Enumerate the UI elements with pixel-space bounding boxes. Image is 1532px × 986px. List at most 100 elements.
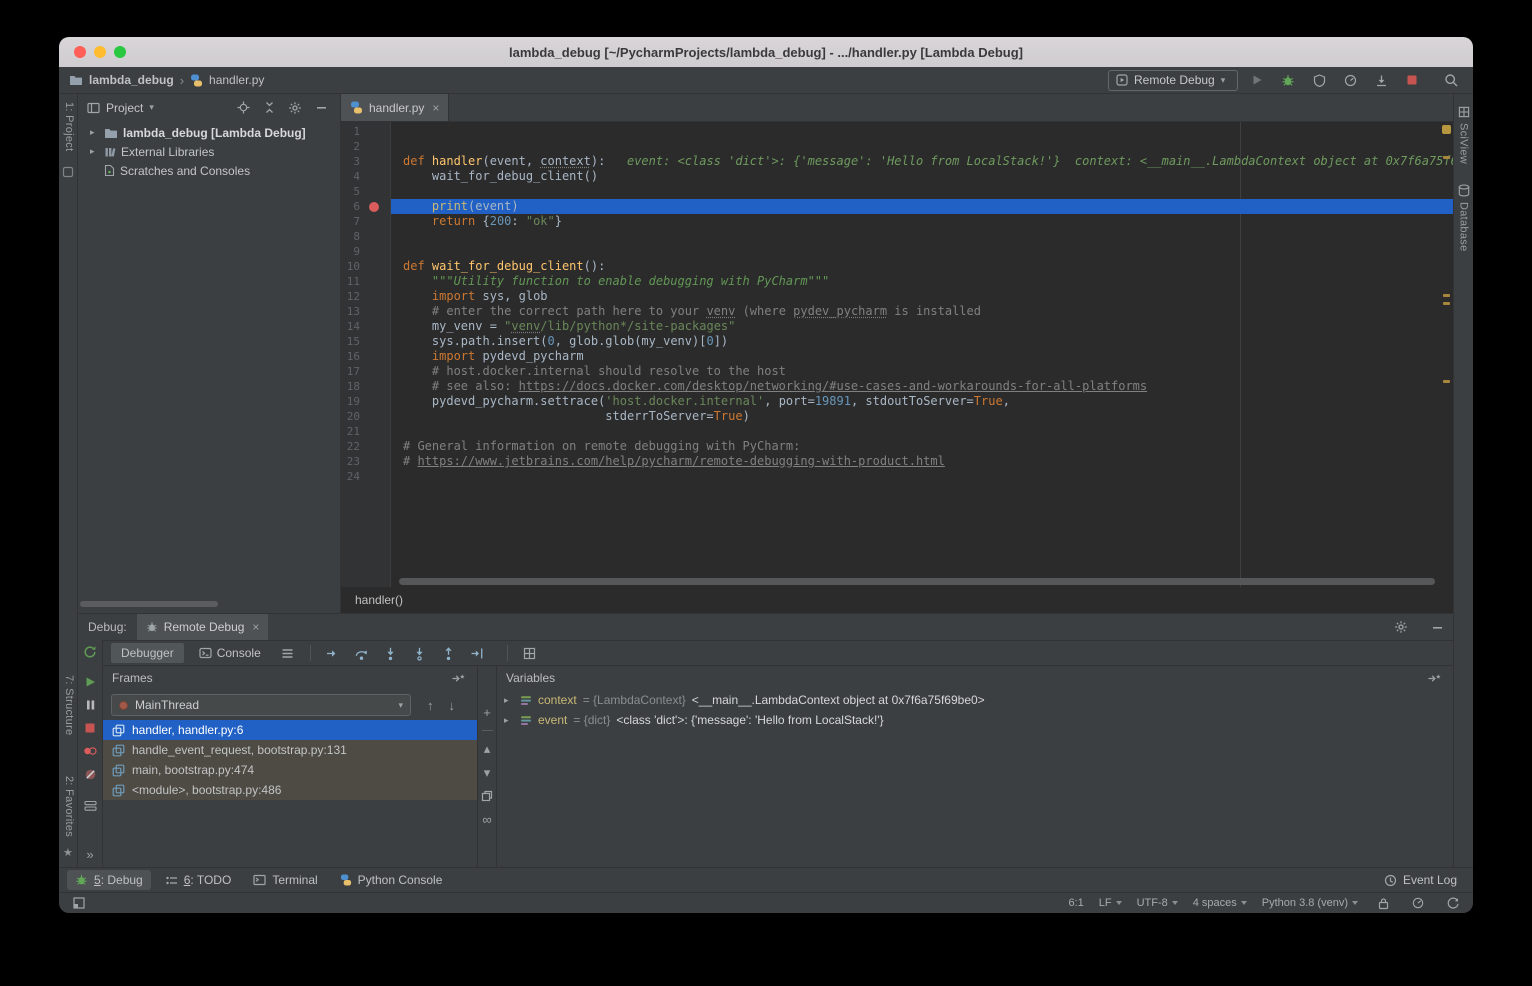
code-line-5[interactable]	[391, 184, 1453, 199]
refresh-icon[interactable]	[1443, 893, 1463, 913]
expand-arrow-icon[interactable]: ▸	[504, 695, 514, 706]
tool-tab-debug[interactable]: 5: Debug	[67, 870, 151, 890]
expand-arrow-icon[interactable]: ▸	[90, 127, 99, 138]
toolwindow-toggle-icon[interactable]	[69, 893, 89, 913]
layout-menu-button[interactable]	[276, 642, 300, 664]
tab-debugger[interactable]: Debugger	[111, 643, 184, 663]
frame-row-module[interactable]: <module>, bootstrap.py:486	[103, 780, 477, 800]
tool-stripe-favorites[interactable]: 2: Favorites	[63, 776, 75, 837]
close-tab-icon[interactable]: ×	[252, 620, 259, 634]
gutter-line-17[interactable]: 17	[341, 364, 390, 379]
focus-on-variables-icon[interactable]	[1424, 668, 1444, 688]
attach-debugger-button[interactable]	[1369, 69, 1393, 91]
collapse-all-button[interactable]	[259, 98, 279, 118]
error-stripe[interactable]	[1440, 122, 1453, 587]
gutter-line-13[interactable]: 13	[341, 304, 390, 319]
run-config-select[interactable]: Remote Debug ▾	[1108, 70, 1238, 91]
expand-arrow-icon[interactable]: ▸	[504, 715, 514, 726]
code-line-21[interactable]	[391, 424, 1453, 439]
chevron-down-icon[interactable]: ▾	[149, 102, 154, 113]
step-out-button[interactable]	[437, 642, 461, 664]
stripe-mark[interactable]	[1443, 302, 1450, 305]
interpreter-widget[interactable]: Python 3.8 (venv)	[1262, 897, 1358, 909]
code-line-8[interactable]	[391, 229, 1453, 244]
zoom-window-button[interactable]	[114, 46, 126, 58]
breadcrumb-function[interactable]: handler()	[355, 593, 403, 607]
gutter-line-3[interactable]: 3	[341, 154, 390, 169]
tool-tab-terminal[interactable]: Terminal	[245, 870, 325, 890]
search-everywhere-button[interactable]	[1439, 69, 1463, 91]
run-button[interactable]	[1245, 69, 1269, 91]
inspections-indicator[interactable]	[1442, 125, 1451, 134]
code-line-15[interactable]: sys.path.insert(0, glob.glob(my_venv)[0]…	[391, 334, 1453, 349]
code-line-6[interactable]: print(event)	[391, 199, 1453, 214]
hide-panel-button[interactable]	[1427, 617, 1447, 637]
code-line-9[interactable]	[391, 244, 1453, 259]
code-line-19[interactable]: pydevd_pycharm.settrace('host.docker.int…	[391, 394, 1453, 409]
frame-row-main[interactable]: main, bootstrap.py:474	[103, 760, 477, 780]
tool-stripe-sciview[interactable]: SciView	[1458, 106, 1470, 164]
horizontal-scrollbar[interactable]	[80, 601, 218, 607]
scroll-down-button[interactable]: ▾	[484, 766, 491, 779]
encoding-widget[interactable]: UTF-8	[1137, 897, 1178, 909]
tree-item-lambda-debug[interactable]: ▸ lambda_debug [Lambda Debug]	[78, 123, 340, 142]
thread-select[interactable]: MainThread ▾	[111, 694, 411, 716]
minimize-window-button[interactable]	[94, 46, 106, 58]
step-into-button[interactable]	[379, 642, 403, 664]
code-line-4[interactable]: wait_for_debug_client()	[391, 169, 1453, 184]
frame-row-handler[interactable]: handler, handler.py:6	[103, 720, 477, 740]
breakpoint-icon[interactable]	[369, 202, 379, 212]
code-line-23[interactable]: # https://www.jetbrains.com/help/pycharm…	[391, 454, 1453, 469]
code-line-20[interactable]: stderrToServer=True)	[391, 409, 1453, 424]
stripe-mark[interactable]	[1443, 294, 1450, 297]
restore-layout-button[interactable]	[84, 800, 97, 812]
editor-code[interactable]: def handler(event, context): event: <cla…	[391, 122, 1453, 587]
rerun-button[interactable]	[83, 645, 97, 659]
force-step-into-button[interactable]	[408, 642, 432, 664]
gutter-line-1[interactable]: 1	[341, 124, 390, 139]
run-to-cursor-button[interactable]	[466, 642, 490, 664]
code-line-13[interactable]: # enter the correct path here to your ve…	[391, 304, 1453, 319]
favorites-star-icon[interactable]: ★	[63, 846, 73, 859]
tree-item-external-libraries[interactable]: ▸ External Libraries	[78, 142, 340, 161]
next-frame-button[interactable]: ↓	[449, 698, 456, 713]
stripe-mark[interactable]	[1443, 380, 1450, 383]
step-over-button[interactable]	[350, 642, 374, 664]
close-window-button[interactable]	[74, 46, 86, 58]
tree-item-scratches[interactable]: Scratches and Consoles	[78, 161, 340, 180]
resume-button[interactable]	[84, 676, 96, 688]
settings-gear-button[interactable]	[285, 98, 305, 118]
code-line-7[interactable]: return {200: "ok"}	[391, 214, 1453, 229]
gutter-line-9[interactable]: 9	[341, 244, 390, 259]
gutter-line-14[interactable]: 14	[341, 319, 390, 334]
gutter-line-2[interactable]: 2	[341, 139, 390, 154]
code-line-24[interactable]	[391, 469, 1453, 484]
tab-handler-py[interactable]: handler.py ×	[341, 94, 449, 121]
gutter-line-12[interactable]: 12	[341, 289, 390, 304]
gutter-line-23[interactable]: 23	[341, 454, 390, 469]
add-watch-button[interactable]: +	[483, 706, 491, 719]
code-line-17[interactable]: # host.docker.internal should resolve to…	[391, 364, 1453, 379]
code-line-3[interactable]: def handler(event, context): event: <cla…	[391, 154, 1453, 169]
previous-frame-button[interactable]: ↑	[427, 698, 434, 713]
code-line-18[interactable]: # see also: https://docs.docker.com/desk…	[391, 379, 1453, 394]
debug-button[interactable]	[1276, 69, 1300, 91]
pause-button[interactable]	[85, 699, 96, 711]
variable-row-event[interactable]: ▸ event = {dict} <class 'dict'>: {'messa…	[497, 710, 1453, 730]
stop-button[interactable]	[1400, 69, 1424, 91]
gutter-line-15[interactable]: 15	[341, 334, 390, 349]
lock-icon[interactable]	[1373, 893, 1393, 913]
editor-gutter[interactable]: 123456789101112131415161718192021222324	[341, 122, 391, 587]
more-actions-button[interactable]: »	[86, 848, 93, 861]
tab-remote-debug[interactable]: Remote Debug ×	[137, 614, 269, 640]
copy-value-button[interactable]	[481, 790, 493, 802]
gutter-line-16[interactable]: 16	[341, 349, 390, 364]
code-line-14[interactable]: my_venv = "venv/lib/python*/site-package…	[391, 319, 1453, 334]
code-line-1[interactable]	[391, 124, 1453, 139]
scroll-up-button[interactable]: ▴	[484, 742, 491, 755]
gutter-line-4[interactable]: 4	[341, 169, 390, 184]
code-line-12[interactable]: import sys, glob	[391, 289, 1453, 304]
code-line-10[interactable]: def wait_for_debug_client():	[391, 259, 1453, 274]
event-log-button[interactable]: Event Log	[1376, 870, 1465, 890]
gutter-line-8[interactable]: 8	[341, 229, 390, 244]
